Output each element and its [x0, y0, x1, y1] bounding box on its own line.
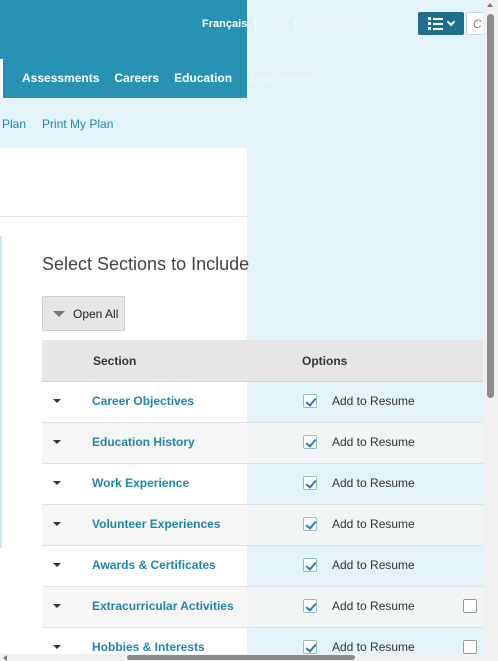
side-panel-edge — [0, 236, 2, 548]
help-link[interactable]: Help — [264, 18, 287, 30]
separator: | — [254, 18, 258, 30]
table-row[interactable]: Education History Add to Resume — [42, 423, 483, 464]
section-name-link[interactable]: Education History — [92, 435, 195, 449]
chevron-down-icon — [366, 22, 375, 26]
expand-caret-icon[interactable] — [53, 563, 61, 567]
add-to-resume-checkbox[interactable] — [303, 558, 317, 572]
sub-navigation: Plan Print My Plan — [2, 117, 113, 131]
open-all-label: Open All — [73, 306, 119, 321]
subnav-plan-link[interactable]: Plan — [2, 117, 26, 131]
table-row[interactable]: Work Experience Add to Resume — [42, 464, 483, 505]
section-name-link[interactable]: Career Objectives — [92, 394, 194, 408]
nav-item-assessments[interactable]: Assessments — [22, 71, 99, 85]
section-name-link[interactable]: Work Experience — [92, 476, 189, 490]
list-icon — [428, 17, 443, 30]
menu-button[interactable] — [418, 12, 464, 35]
section-name-link[interactable]: Hobbies & Interests — [92, 640, 205, 654]
chevron-down-icon — [446, 17, 456, 27]
column-header-section: Section — [93, 354, 137, 368]
column-header-options: Options — [302, 354, 348, 368]
table-row[interactable]: Awards & Certificates Add to Resume — [42, 546, 483, 587]
expand-caret-icon[interactable] — [53, 645, 61, 649]
separator: | — [293, 18, 297, 30]
table-row[interactable]: Extracurricular Activities Add to Resume — [42, 587, 483, 628]
page-title: Select Sections to Include — [42, 254, 250, 274]
divider — [0, 216, 247, 217]
utility-links: Français | Help | My Account — [202, 18, 375, 30]
nav-item-education[interactable]: Education — [174, 71, 232, 85]
add-to-resume-checkbox[interactable] — [303, 599, 317, 613]
vertical-scroll-thumb[interactable] — [487, 14, 494, 398]
add-to-resume-checkbox[interactable] — [303, 517, 317, 531]
add-to-resume-checkbox[interactable] — [303, 394, 317, 408]
scroll-left-arrow-icon[interactable] — [3, 655, 7, 661]
my-account-link[interactable]: My Account — [304, 18, 361, 30]
active-nav-tab[interactable] — [0, 59, 3, 98]
section-name-link[interactable]: Extracurricular Activities — [92, 599, 234, 613]
add-to-resume-label: Add to Resume — [332, 476, 415, 490]
horizontal-scrollbar[interactable] — [0, 654, 483, 661]
expand-caret-icon[interactable] — [53, 481, 61, 485]
table-header: Section Options — [42, 340, 483, 382]
section-name-link[interactable]: Volunteer Experiences — [92, 517, 221, 531]
section-name-link[interactable]: Awards & Certificates — [92, 558, 216, 572]
add-to-resume-label: Add to Resume — [332, 435, 415, 449]
horizontal-scroll-thumb[interactable] — [127, 655, 355, 660]
add-to-resume-label: Add to Resume — [332, 640, 415, 654]
row-select-checkbox[interactable] — [463, 599, 477, 613]
sections-table: Section Options Career Objectives Add to … — [42, 340, 483, 661]
vertical-scrollbar[interactable] — [483, 0, 498, 661]
table-row[interactable]: Volunteer Experiences Add to Resume — [42, 505, 483, 546]
add-to-resume-label: Add to Resume — [332, 558, 415, 572]
scroll-up-arrow-icon[interactable] — [487, 3, 493, 7]
nav-item-employment[interactable]: Employment — [247, 71, 319, 85]
main-navigation: Assessments Careers Education Employment — [22, 71, 319, 85]
subnav-print-plan-link[interactable]: Print My Plan — [42, 117, 113, 131]
triangle-down-icon — [53, 310, 65, 317]
open-all-button[interactable]: Open All — [42, 296, 125, 331]
add-to-resume-checkbox[interactable] — [303, 476, 317, 490]
add-to-resume-label: Add to Resume — [332, 599, 415, 613]
add-to-resume-label: Add to Resume — [332, 517, 415, 531]
expand-caret-icon[interactable] — [53, 522, 61, 526]
expand-caret-icon[interactable] — [53, 440, 61, 444]
expand-caret-icon[interactable] — [53, 399, 61, 403]
expand-caret-icon[interactable] — [53, 604, 61, 608]
add-to-resume-label: Add to Resume — [332, 394, 415, 408]
add-to-resume-checkbox[interactable] — [303, 435, 317, 449]
language-link[interactable]: Français — [202, 18, 247, 30]
add-to-resume-checkbox[interactable] — [303, 640, 317, 654]
nav-item-careers[interactable]: Careers — [114, 71, 159, 85]
table-row[interactable]: Career Objectives Add to Resume — [42, 382, 483, 423]
row-select-checkbox[interactable] — [463, 640, 477, 654]
